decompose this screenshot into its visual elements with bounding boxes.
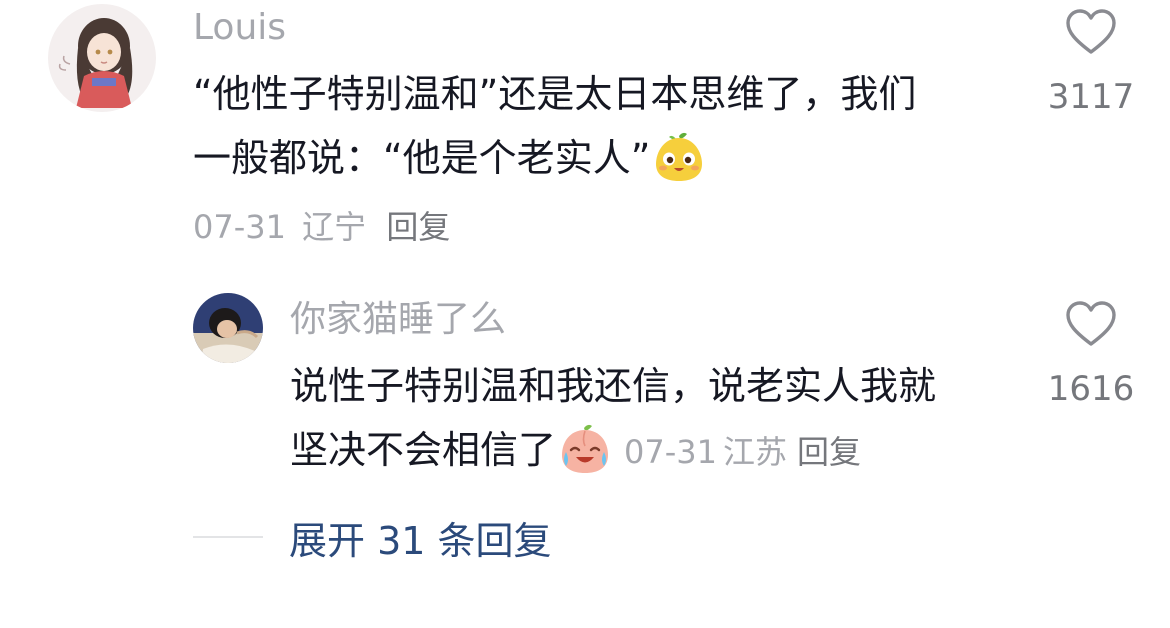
comment-date: 07-31 xyxy=(193,208,286,246)
reply-text[interactable]: 说性子特别温和我还信，说老实人我就 坚决不会相信了 07-31 江苏 回复 xyxy=(290,354,1010,484)
commenter-avatar[interactable] xyxy=(48,4,156,112)
heart-outline-icon[interactable] xyxy=(1065,300,1117,348)
reply-text-line-2: 坚决不会相信了 07-31 江苏 回复 xyxy=(290,418,1010,484)
reply-username[interactable]: 你家猫睡了么 xyxy=(290,298,506,342)
comment-text[interactable]: “他性子特别温和”还是太日本思维了，我们 一般都说：“他是个老实人” xyxy=(193,62,1003,190)
reply-meta: 07-31 江苏 回复 xyxy=(624,433,861,471)
comment-text-line-2-content: 一般都说：“他是个老实人” xyxy=(193,136,651,180)
commenter-username[interactable]: Louis xyxy=(193,6,286,50)
reply-text-line-1: 说性子特别温和我还信，说老实人我就 xyxy=(290,364,937,408)
reply-like-count: 1616 xyxy=(1047,369,1135,409)
comment-text-line-2: 一般都说：“他是个老实人” xyxy=(193,126,1003,190)
reply-date: 07-31 xyxy=(624,433,717,471)
comment-text-line-1: “他性子特别温和”还是太日本思维了，我们 xyxy=(193,72,917,116)
reply-reply-button[interactable]: 回复 xyxy=(797,433,861,471)
heart-outline-icon[interactable] xyxy=(1065,8,1117,56)
expand-replies-button[interactable]: 展开 31 条回复 xyxy=(289,510,552,565)
comment-like-count: 3117 xyxy=(1047,77,1135,117)
reply-like-button[interactable]: 1616 xyxy=(1036,300,1146,410)
comment-reply-button[interactable]: 回复 xyxy=(386,208,450,246)
comment-location: 辽宁 xyxy=(302,208,367,246)
reply-text-line-2-content: 坚决不会相信了 xyxy=(290,428,557,472)
peach-crying-laugh-emoji-icon xyxy=(558,422,612,476)
comment-meta: 07-31 辽宁 回复 xyxy=(193,207,450,247)
expand-replies[interactable]: 展开 31 条回复 xyxy=(193,510,552,565)
comment-like-button[interactable]: 3117 xyxy=(1036,8,1146,118)
reply-avatar[interactable] xyxy=(193,293,263,363)
yellow-fruit-emoji-icon xyxy=(652,130,706,184)
reply-location: 江苏 xyxy=(723,433,788,471)
expand-divider-line xyxy=(193,536,263,538)
